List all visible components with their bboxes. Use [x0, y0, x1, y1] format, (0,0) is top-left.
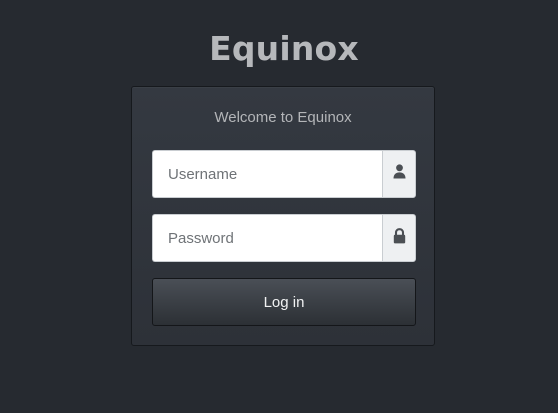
password-addon	[382, 214, 416, 262]
lock-icon	[393, 227, 406, 249]
username-addon	[382, 150, 416, 198]
username-input[interactable]	[152, 150, 382, 198]
login-card: Welcome to Equinox Log in	[131, 86, 435, 346]
app-title: Equinox	[209, 29, 359, 68]
password-group	[152, 214, 416, 262]
welcome-text: Welcome to Equinox	[214, 109, 352, 126]
login-button[interactable]: Log in	[152, 278, 416, 326]
user-icon	[393, 164, 406, 184]
username-group	[152, 150, 416, 198]
password-input[interactable]	[152, 214, 382, 262]
